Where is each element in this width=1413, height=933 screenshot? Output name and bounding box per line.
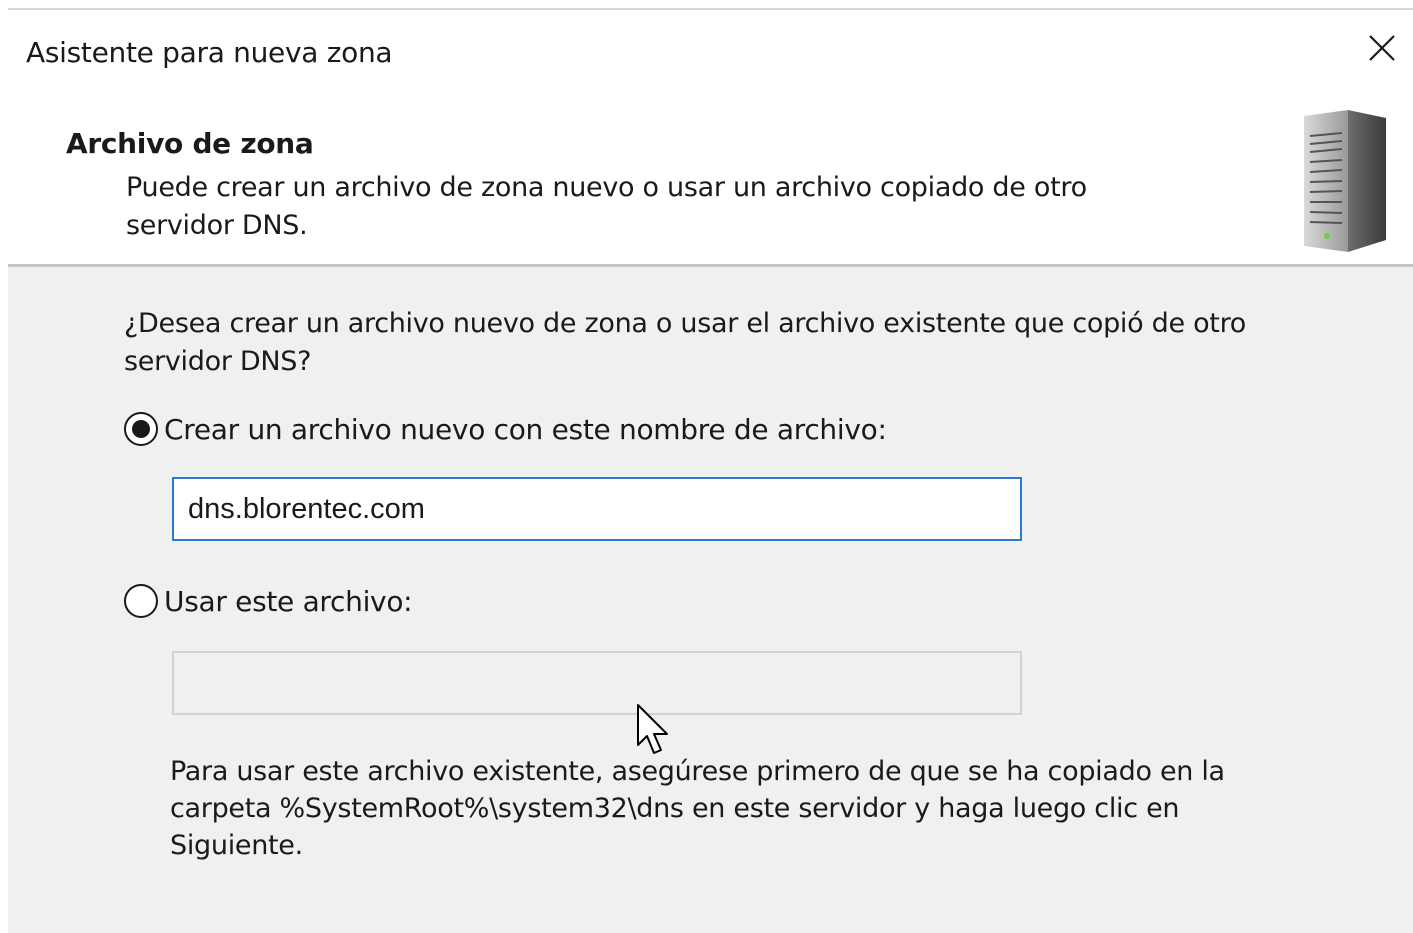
- new-file-name-input[interactable]: [172, 477, 1022, 541]
- close-button[interactable]: [1358, 26, 1406, 74]
- existing-file-note: Para usar este archivo existente, asegúr…: [170, 756, 1225, 861]
- wizard-header: Archivo de zona Puede crear un archivo d…: [8, 95, 1413, 265]
- window-top-border: [8, 8, 1413, 10]
- radio-button-unselected[interactable]: [124, 584, 158, 618]
- radio-label-create-new: Crear un archivo nuevo con este nombre d…: [164, 412, 887, 446]
- window-title: Asistente para nueva zona: [26, 36, 393, 69]
- existing-file-input[interactable]: [172, 651, 1022, 715]
- page-description: Puede crear un archivo de zona nuevo o u…: [126, 172, 1087, 241]
- radio-create-new-file[interactable]: Crear un archivo nuevo con este nombre d…: [124, 412, 887, 446]
- server-icon: [1294, 110, 1390, 256]
- radio-label-use-existing: Usar este archivo:: [164, 584, 413, 618]
- close-icon: [1367, 33, 1397, 67]
- new-zone-wizard-dialog: Asistente para nueva zona Archivo de zon…: [0, 0, 1413, 933]
- question-text: ¿Desea crear un archivo nuevo de zona o …: [124, 308, 1246, 377]
- radio-button-selected[interactable]: [124, 412, 158, 446]
- page-title: Archivo de zona: [66, 127, 314, 160]
- radio-use-existing-file[interactable]: Usar este archivo:: [124, 584, 413, 618]
- wizard-content: ¿Desea crear un archivo nuevo de zona o …: [8, 267, 1413, 933]
- mouse-pointer-icon: [636, 703, 672, 763]
